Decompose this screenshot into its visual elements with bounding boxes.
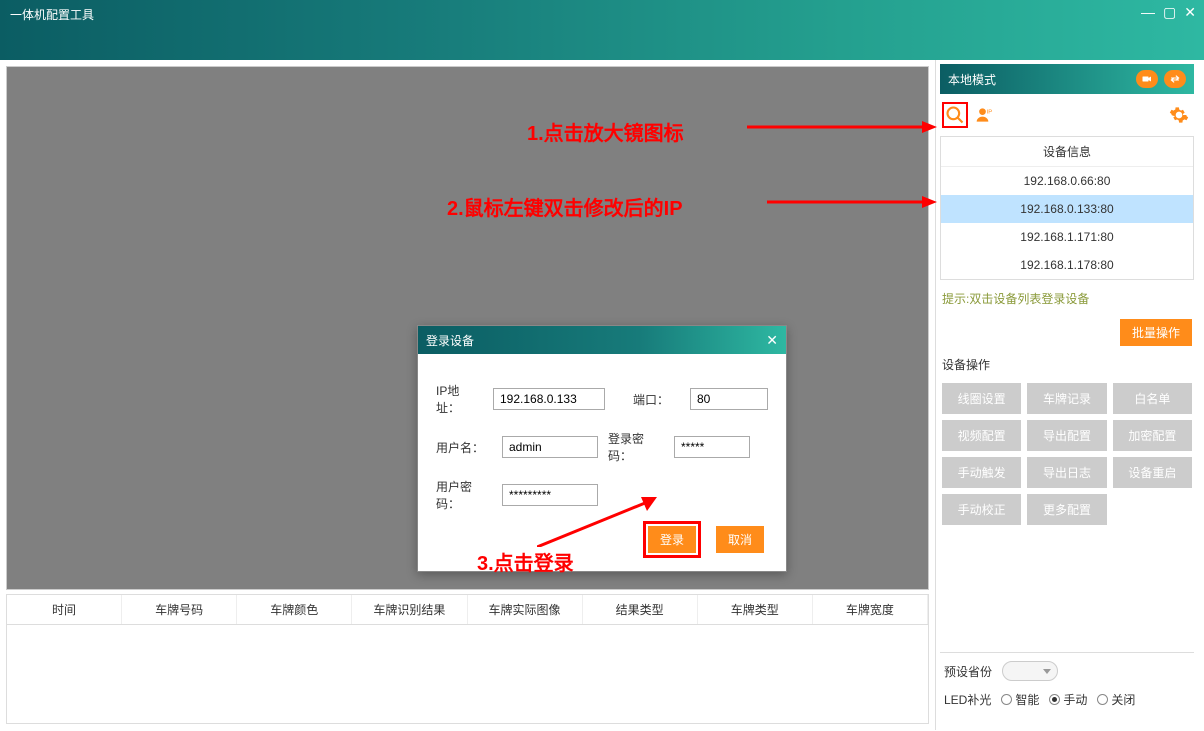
close-icon[interactable]: ✕ (1184, 4, 1196, 21)
op-export-log[interactable]: 导出日志 (1027, 457, 1106, 488)
ip-user-icon[interactable]: IP (972, 102, 998, 128)
led-label: LED补光 (944, 691, 991, 708)
device-item[interactable]: 192.168.0.133:80 (941, 195, 1193, 223)
led-option-off[interactable]: 关闭 (1097, 691, 1135, 708)
sidebar: 本地模式 IP (935, 60, 1198, 730)
login-pwd-input[interactable] (674, 436, 750, 458)
col-resulttype: 结果类型 (583, 595, 698, 624)
device-list: 192.168.0.66:80 192.168.0.133:80 192.168… (941, 167, 1193, 279)
led-option-smart[interactable]: 智能 (1001, 691, 1039, 708)
arrow-step2 (767, 192, 937, 212)
sync-icon[interactable] (1164, 70, 1186, 88)
device-item[interactable]: 192.168.1.171:80 (941, 223, 1193, 251)
op-device-reboot[interactable]: 设备重启 (1113, 457, 1192, 488)
gear-icon[interactable] (1166, 102, 1192, 128)
minimize-icon[interactable]: — (1141, 4, 1155, 21)
op-video-config[interactable]: 视频配置 (942, 420, 1021, 451)
preset-province-label: 预设省份 (944, 663, 992, 680)
user-label: 用户名： (436, 439, 492, 456)
app-title: 一体机配置工具 (10, 6, 94, 23)
op-manual-correct[interactable]: 手动校正 (942, 494, 1021, 525)
device-info-header: 设备信息 (941, 137, 1193, 167)
ops-grid: 线圈设置 车牌记录 白名单 视频配置 导出配置 加密配置 手动触发 导出日志 设… (940, 381, 1194, 527)
dialog-title: 登录设备 (426, 332, 474, 349)
video-preview-area: 登录设备 ✕ IP地址： 端口： 用户名： 登录密码： (6, 66, 929, 590)
op-manual-trigger[interactable]: 手动触发 (942, 457, 1021, 488)
maximize-icon[interactable]: ▢ (1163, 4, 1176, 21)
col-recog: 车牌识别结果 (352, 595, 467, 624)
col-time: 时间 (7, 595, 122, 624)
batch-button[interactable]: 批量操作 (1120, 319, 1192, 346)
col-image: 车牌实际图像 (468, 595, 583, 624)
col-platetype: 车牌类型 (698, 595, 813, 624)
dialog-titlebar[interactable]: 登录设备 ✕ (418, 326, 786, 354)
port-label: 端口： (633, 391, 680, 408)
user-pwd-input[interactable] (502, 484, 598, 506)
op-plate-record[interactable]: 车牌记录 (1027, 383, 1106, 414)
op-export-config[interactable]: 导出配置 (1027, 420, 1106, 451)
window-controls: — ▢ ✕ (1141, 4, 1196, 21)
device-item[interactable]: 192.168.0.66:80 (941, 167, 1193, 195)
svg-text:IP: IP (987, 109, 993, 115)
cancel-button[interactable]: 取消 (716, 526, 764, 553)
preset-province-select[interactable] (1002, 661, 1058, 681)
port-input[interactable] (690, 388, 768, 410)
camera-icon[interactable] (1136, 70, 1158, 88)
mode-bar: 本地模式 (940, 64, 1194, 94)
annotation-step2: 2.鼠标左键双击修改后的IP (447, 192, 683, 221)
op-coil-settings[interactable]: 线圈设置 (942, 383, 1021, 414)
user-input[interactable] (502, 436, 598, 458)
login-pwd-label: 登录密码： (608, 430, 664, 464)
tool-row: IP (940, 98, 1194, 132)
ip-input[interactable] (493, 388, 605, 410)
annotation-step1: 1.点击放大镜图标 (527, 117, 684, 146)
ip-label: IP地址： (436, 382, 483, 416)
user-pwd-label: 用户密码： (436, 478, 492, 512)
result-table: 时间 车牌号码 车牌颜色 车牌识别结果 车牌实际图像 结果类型 车牌类型 车牌宽… (6, 594, 929, 724)
device-panel: 设备信息 192.168.0.66:80 192.168.0.133:80 19… (940, 136, 1194, 280)
col-plate: 车牌号码 (122, 595, 237, 624)
titlebar: 一体机配置工具 — ▢ ✕ (0, 0, 1204, 60)
login-dialog: 登录设备 ✕ IP地址： 端口： 用户名： 登录密码： (417, 325, 787, 572)
col-width: 车牌宽度 (813, 595, 928, 624)
op-more-config[interactable]: 更多配置 (1027, 494, 1106, 525)
op-encrypt-config[interactable]: 加密配置 (1113, 420, 1192, 451)
col-color: 车牌颜色 (237, 595, 352, 624)
login-button[interactable]: 登录 (648, 526, 696, 553)
device-item[interactable]: 192.168.1.178:80 (941, 251, 1193, 279)
mode-label: 本地模式 (948, 71, 996, 88)
op-whitelist[interactable]: 白名单 (1113, 383, 1192, 414)
bottom-panel: 预设省份 LED补光 智能 手动 关闭 (940, 652, 1194, 726)
search-icon[interactable] (942, 102, 968, 128)
hint-text: 提示:双击设备列表登录设备 (940, 284, 1194, 313)
dialog-close-icon[interactable]: ✕ (766, 332, 778, 349)
table-header-row: 时间 车牌号码 车牌颜色 车牌识别结果 车牌实际图像 结果类型 车牌类型 车牌宽… (7, 595, 928, 625)
arrow-step1 (747, 117, 937, 137)
led-option-manual[interactable]: 手动 (1049, 691, 1087, 708)
ops-title: 设备操作 (940, 352, 1194, 377)
